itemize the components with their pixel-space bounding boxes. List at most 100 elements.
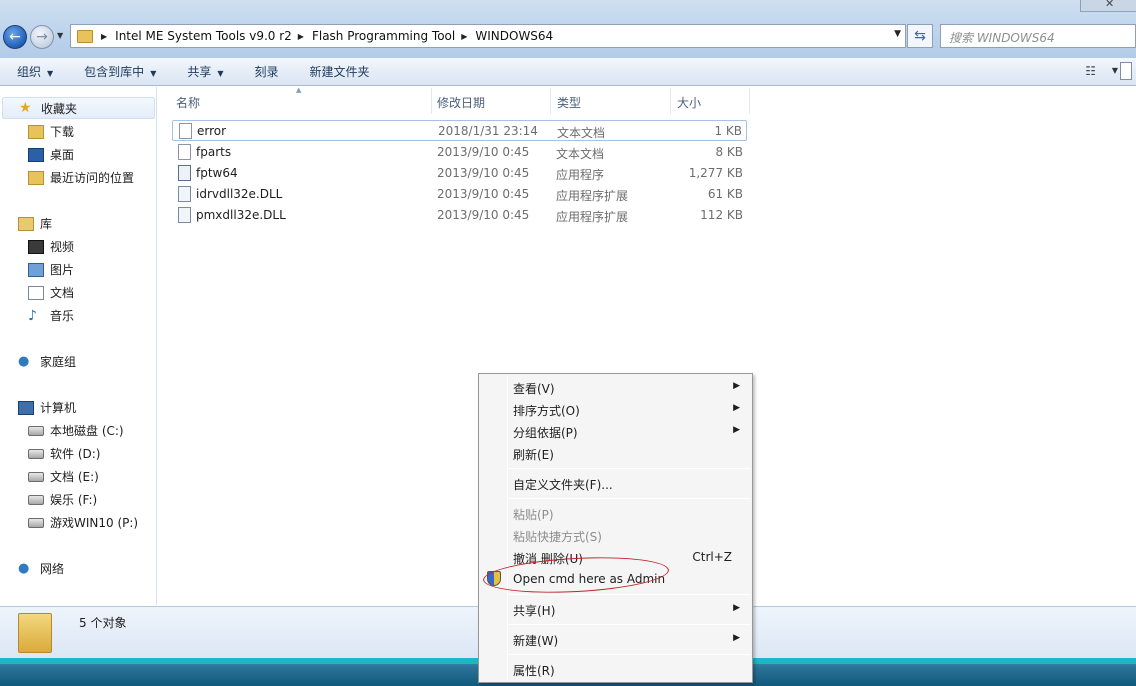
refresh-button[interactable]: ⇆ bbox=[907, 24, 933, 48]
file-row[interactable]: error 2018/1/31 23:14 文本文档 1 KB bbox=[172, 120, 747, 141]
file-type: 应用程序 bbox=[556, 168, 605, 182]
file-date: 2013/9/10 0:45 bbox=[437, 187, 530, 201]
sidebar-item-drive-f[interactable]: 娱乐 (F:) bbox=[28, 491, 97, 508]
sidebar-item-pictures[interactable]: 图片 bbox=[28, 261, 74, 278]
forward-button[interactable]: → bbox=[30, 25, 54, 49]
document-icon bbox=[28, 285, 44, 300]
column-header-modified[interactable]: 修改日期 bbox=[431, 88, 551, 114]
menu-item-label: 排序方式(O) bbox=[513, 404, 580, 418]
menu-item-label: 自定义文件夹(F)... bbox=[513, 478, 613, 492]
download-folder-icon bbox=[28, 124, 44, 139]
organize-button[interactable]: 组织 ▼ bbox=[0, 63, 67, 80]
sidebar-item-desktop[interactable]: 桌面 bbox=[28, 146, 74, 163]
menu-item-refresh[interactable]: 刷新(E) bbox=[481, 442, 750, 464]
menu-item-sort-by[interactable]: 排序方式(O) ▶ bbox=[481, 398, 750, 420]
column-header-type[interactable]: 类型 bbox=[551, 88, 671, 114]
sidebar-item-label: 本地磁盘 (C:) bbox=[50, 424, 124, 438]
breadcrumb-separator-icon[interactable]: ▶ bbox=[461, 32, 467, 41]
breadcrumb-separator-icon[interactable]: ▶ bbox=[101, 32, 107, 41]
menu-separator bbox=[509, 468, 750, 469]
preview-pane-button[interactable] bbox=[1120, 62, 1132, 80]
menu-item-properties[interactable]: 属性(R) bbox=[481, 658, 750, 680]
sidebar-item-music[interactable]: ♪ 音乐 bbox=[28, 307, 74, 324]
refresh-icon: ⇆ bbox=[914, 28, 926, 44]
menu-item-customize-folder[interactable]: 自定义文件夹(F)... bbox=[481, 472, 750, 494]
breadcrumb-item[interactable]: Intel ME System Tools v9.0 r2 bbox=[115, 29, 292, 43]
search-input[interactable]: 搜索 WINDOWS64 bbox=[940, 24, 1136, 48]
breadcrumb-item[interactable]: Flash Programming Tool bbox=[312, 29, 455, 43]
sidebar-item-drive-p[interactable]: 游戏WIN10 (P:) bbox=[28, 514, 138, 531]
hard-drive-icon bbox=[28, 471, 44, 482]
file-name: pmxdll32e.DLL bbox=[196, 208, 286, 222]
file-date: 2013/9/10 0:45 bbox=[437, 208, 530, 222]
sidebar-item-videos[interactable]: 视频 bbox=[28, 238, 74, 255]
menu-item-group-by[interactable]: 分组依据(P) ▶ bbox=[481, 420, 750, 442]
menu-item-shortcut: Ctrl+Z bbox=[692, 550, 732, 564]
file-date: 2013/9/10 0:45 bbox=[437, 145, 530, 159]
file-size: 112 KB bbox=[700, 208, 743, 222]
view-dropdown-icon[interactable]: ▼ bbox=[1112, 66, 1118, 75]
column-header-name[interactable]: 名称 bbox=[170, 88, 432, 114]
column-header-size[interactable]: 大小 bbox=[671, 88, 750, 114]
include-library-button[interactable]: 包含到库中 ▼ bbox=[67, 63, 170, 80]
chevron-down-icon: ▼ bbox=[47, 69, 54, 78]
sidebar-item-label: 下载 bbox=[50, 125, 75, 139]
breadcrumb-separator-icon[interactable]: ▶ bbox=[298, 32, 304, 41]
sidebar-item-recent[interactable]: 最近访问的位置 bbox=[28, 169, 134, 186]
file-row[interactable]: pmxdll32e.DLL 2013/9/10 0:45 应用程序扩展 112 … bbox=[172, 205, 747, 226]
menu-item-label: 查看(V) bbox=[513, 382, 555, 396]
burn-button[interactable]: 刻录 bbox=[238, 63, 293, 80]
menu-item-label: 共享(H) bbox=[513, 604, 556, 618]
dll-file-icon bbox=[178, 186, 191, 202]
sidebar-item-network[interactable]: ● 网络 bbox=[18, 560, 64, 577]
menu-separator bbox=[509, 594, 750, 595]
file-row[interactable]: fparts 2013/9/10 0:45 文本文档 8 KB bbox=[172, 142, 747, 163]
file-type: 文本文档 bbox=[557, 126, 606, 140]
hard-drive-icon bbox=[28, 494, 44, 505]
sidebar-item-documents[interactable]: 文档 bbox=[28, 284, 74, 301]
file-row[interactable]: fptw64 2013/9/10 0:45 应用程序 1,277 KB bbox=[172, 163, 747, 184]
submenu-arrow-icon: ▶ bbox=[733, 381, 740, 391]
menu-item-share[interactable]: 共享(H) ▶ bbox=[481, 598, 750, 620]
organize-label: 组织 bbox=[17, 65, 42, 79]
sidebar-item-drive-c[interactable]: 本地磁盘 (C:) bbox=[28, 422, 124, 439]
menu-item-view[interactable]: 查看(V) ▶ bbox=[481, 376, 750, 398]
recent-pages-dropdown[interactable]: ▼ bbox=[57, 31, 63, 40]
submenu-arrow-icon: ▶ bbox=[733, 403, 740, 413]
window-titlebar: ✕ ← → ▼ ▶ Intel ME System Tools v9.0 r2 … bbox=[0, 0, 1136, 58]
sidebar-item-drive-e[interactable]: 文档 (E:) bbox=[28, 468, 99, 485]
breadcrumb-item[interactable]: WINDOWS64 bbox=[475, 29, 553, 43]
hard-drive-icon bbox=[28, 517, 44, 528]
file-size: 61 KB bbox=[707, 187, 743, 201]
sidebar-item-label: 收藏夹 bbox=[41, 101, 78, 116]
sidebar-item-homegroup[interactable]: ● 家庭组 bbox=[18, 353, 76, 370]
sidebar-item-computer[interactable]: 计算机 bbox=[18, 399, 76, 416]
sidebar-item-label: 文档 (E:) bbox=[50, 470, 99, 484]
sidebar-item-downloads[interactable]: 下载 bbox=[28, 123, 74, 140]
close-icon: ✕ bbox=[1105, 0, 1115, 10]
share-button[interactable]: 共享 ▼ bbox=[170, 63, 237, 80]
address-history-dropdown[interactable]: ▼ bbox=[894, 29, 901, 39]
menu-item-new[interactable]: 新建(W) ▶ bbox=[481, 628, 750, 650]
menu-item-paste-shortcut: 粘贴快捷方式(S) bbox=[481, 524, 750, 546]
file-date: 2013/9/10 0:45 bbox=[437, 166, 530, 180]
sidebar-item-libraries[interactable]: 库 bbox=[18, 215, 52, 232]
close-button[interactable]: ✕ bbox=[1080, 0, 1136, 12]
back-button[interactable]: ← bbox=[3, 25, 27, 49]
sidebar-item-label: 软件 (D:) bbox=[50, 447, 101, 461]
context-menu: 查看(V) ▶ 排序方式(O) ▶ 分组依据(P) ▶ 刷新(E) 自定义文件夹… bbox=[478, 373, 753, 683]
menu-separator bbox=[509, 654, 750, 655]
sidebar-item-drive-d[interactable]: 软件 (D:) bbox=[28, 445, 100, 462]
star-icon: ★ bbox=[19, 100, 32, 116]
new-folder-button[interactable]: 新建文件夹 bbox=[293, 63, 384, 80]
file-row[interactable]: idrvdll32e.DLL 2013/9/10 0:45 应用程序扩展 61 … bbox=[172, 184, 747, 205]
address-bar[interactable]: ▶ Intel ME System Tools v9.0 r2 ▶ Flash … bbox=[70, 24, 906, 48]
recent-places-icon bbox=[28, 170, 44, 185]
music-note-icon: ♪ bbox=[28, 307, 37, 324]
item-count: 5 个对象 bbox=[79, 616, 127, 630]
sidebar-item-favorites[interactable]: ★ 收藏夹 bbox=[2, 97, 155, 119]
arrow-left-icon: ← bbox=[9, 29, 21, 45]
view-options-icon[interactable]: ☷ bbox=[1085, 64, 1096, 78]
submenu-arrow-icon: ▶ bbox=[733, 425, 740, 435]
include-library-label: 包含到库中 bbox=[84, 65, 145, 79]
